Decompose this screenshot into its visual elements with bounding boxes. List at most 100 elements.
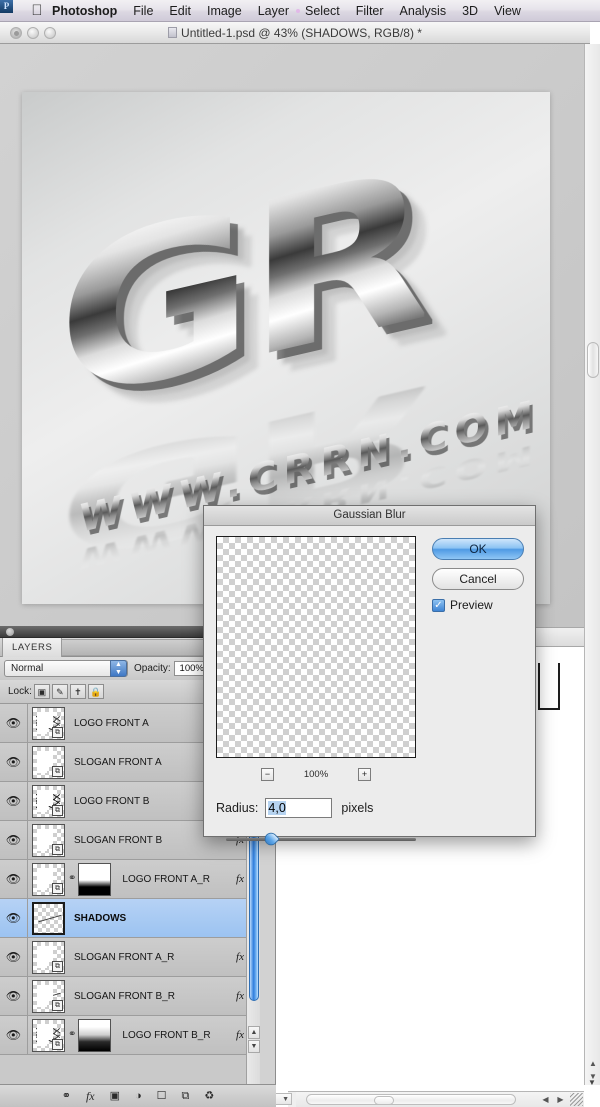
layer-visibility-toggle[interactable]: 👁	[0, 821, 28, 859]
layers-scroll-up-icon[interactable]: ▲	[248, 1026, 260, 1039]
adjustment-layer-icon[interactable]: ◑	[135, 1090, 142, 1102]
layer-visibility-toggle[interactable]: 👁	[0, 1016, 28, 1054]
layers-scroll-down-icon[interactable]: ▼	[248, 1040, 260, 1053]
blend-mode-value: Normal	[11, 663, 44, 674]
radius-slider[interactable]	[216, 830, 416, 848]
link-layers-icon[interactable]: ⚭	[62, 1090, 71, 1102]
tab-layers[interactable]: LAYERS	[2, 638, 63, 657]
mask-link-icon[interactable]: ⚭	[68, 874, 76, 884]
radius-unit-label: pixels	[341, 801, 374, 815]
blend-mode-select[interactable]: Normal ▲ ▼	[4, 660, 128, 677]
menu-item-filter[interactable]: Filter	[348, 4, 392, 18]
smart-object-badge-icon: ⧉	[52, 999, 63, 1011]
slider-thumb[interactable]	[262, 830, 280, 848]
table-row[interactable]: 👁 SHADOWS	[0, 899, 260, 938]
chevron-updown-icon[interactable]: ▲ ▼	[110, 660, 127, 677]
smart-object-badge-icon: ⧉	[52, 726, 63, 738]
fx-icon[interactable]: fx	[236, 1029, 244, 1041]
radius-value: 4,0	[268, 801, 286, 815]
canvas-overlay-shape	[538, 663, 560, 710]
table-row[interactable]: 👁⧉SLOGAN FRONT A_Rfx▼	[0, 938, 260, 977]
layer-thumbnail[interactable]: ⧉	[32, 979, 65, 1013]
slider-track[interactable]	[226, 838, 416, 841]
layer-thumbnail[interactable]: ⧉	[32, 745, 65, 779]
menu-item-edit[interactable]: Edit	[161, 4, 199, 18]
delete-layer-icon[interactable]: ♻	[204, 1090, 214, 1102]
menu-item-image[interactable]: Image	[199, 4, 250, 18]
menu-item-photoshop[interactable]: Photoshop	[46, 4, 125, 18]
lock-position-icon[interactable]: ✝	[69, 684, 86, 699]
layer-thumbnail[interactable]	[32, 901, 65, 935]
layer-mask-thumbnail[interactable]	[78, 862, 112, 896]
table-row[interactable]: 👁⧉SLOGAN FRONT B_Rfx▼	[0, 977, 260, 1016]
add-layer-mask-icon[interactable]: ▣	[110, 1090, 120, 1102]
horizontal-scroll-thumb[interactable]	[306, 1094, 516, 1105]
document-vertical-scrollbar[interactable]: ▲ ▼	[584, 44, 600, 1085]
ok-button[interactable]: OK	[432, 538, 524, 560]
fx-icon[interactable]: fx	[236, 951, 244, 963]
vertical-scroll-thumb[interactable]	[587, 342, 599, 378]
document-title-bar[interactable]: Untitled-1.psd @ 43% (SHADOWS, RGB/8) *	[0, 22, 590, 44]
layer-visibility-toggle[interactable]: 👁	[0, 743, 28, 781]
layer-thumbnail[interactable]: ⧉	[32, 706, 65, 740]
apple-menu-icon[interactable]: 	[28, 3, 46, 18]
scroll-up-arrow-icon[interactable]: ▲	[587, 1058, 599, 1071]
layer-thumbnail[interactable]: ⧉	[32, 823, 65, 857]
new-layer-icon[interactable]: ⧉	[182, 1090, 190, 1102]
layer-style-fx-icon[interactable]: fx	[86, 1090, 95, 1102]
mask-link-icon[interactable]: ⚭	[68, 1030, 76, 1040]
zoom-out-button[interactable]: −	[261, 767, 274, 781]
table-row[interactable]: 👁 ⧉ ⚭ LOGO FRONT B_R fx ▼	[0, 1016, 260, 1055]
scroll-right-arrow-icon[interactable]: ▶	[554, 1094, 567, 1106]
new-group-icon[interactable]: ☐	[157, 1090, 167, 1102]
layer-visibility-toggle[interactable]: 👁	[0, 860, 28, 898]
layer-visibility-toggle[interactable]: 👁	[0, 899, 28, 937]
preview-zoom-row: − 100% +	[216, 766, 416, 782]
panel-close-dot-icon[interactable]	[6, 628, 14, 636]
layer-visibility-toggle[interactable]: 👁	[0, 782, 28, 820]
fx-icon[interactable]: fx	[236, 873, 244, 885]
menu-item-3d[interactable]: 3D	[454, 4, 486, 18]
lock-transparent-pixels-icon[interactable]: ▣	[33, 684, 50, 699]
panel-expand-arrow-icon[interactable]: ▼	[586, 1077, 598, 1089]
filter-preview[interactable]	[216, 536, 416, 758]
layer-thumbnail[interactable]: ⧉	[32, 862, 65, 896]
layer-thumbnail[interactable]: ⧉	[32, 1018, 65, 1052]
menu-item-view[interactable]: View	[486, 4, 529, 18]
menu-item-file[interactable]: File	[125, 4, 161, 18]
minimize-button[interactable]	[27, 27, 39, 39]
layer-mask-thumbnail[interactable]	[78, 1018, 112, 1052]
menu-item-select[interactable]: Select	[297, 4, 348, 18]
horizontal-scroll-grip[interactable]	[374, 1096, 394, 1105]
layer-thumbnail[interactable]: ⧉	[32, 940, 65, 974]
lock-all-icon[interactable]: 🔒	[87, 684, 104, 699]
menu-item-layer[interactable]: Layer	[250, 4, 297, 18]
layer-visibility-toggle[interactable]: 👁	[0, 704, 28, 742]
menu-item-analysis[interactable]: Analysis	[392, 4, 455, 18]
layer-visibility-toggle[interactable]: 👁	[0, 977, 28, 1015]
table-row[interactable]: 👁⧉⚭LOGO FRONT A_Rfx▼	[0, 860, 260, 899]
layer-name: SLOGAN FRONT A_R	[74, 951, 175, 963]
fx-icon[interactable]: fx	[236, 990, 244, 1002]
thumbnail-shape	[37, 721, 47, 734]
thumbnail-shape	[37, 799, 47, 812]
thumbnail-shape	[37, 1033, 47, 1046]
cancel-button[interactable]: Cancel	[432, 568, 524, 590]
zoom-button[interactable]	[44, 27, 56, 39]
zoom-in-button[interactable]: +	[358, 767, 371, 781]
document-horizontal-scrollbar[interactable]: ◀ ▶	[296, 1091, 584, 1107]
preview-toggle-row[interactable]: ✓ Preview	[432, 598, 524, 612]
menu-bar: P  Photoshop File Edit Image Layer Sele…	[0, 0, 600, 22]
layer-visibility-toggle[interactable]: 👁	[0, 938, 28, 976]
dialog-button-column: OK Cancel ✓ Preview	[432, 538, 524, 612]
close-button[interactable]	[10, 27, 22, 39]
scroll-left-arrow-icon[interactable]: ◀	[539, 1094, 552, 1106]
eye-icon: 👁	[5, 833, 22, 847]
lock-image-pixels-icon[interactable]: ✎	[51, 684, 68, 699]
layer-thumbnail[interactable]: ⧉	[32, 784, 65, 818]
window-controls[interactable]	[10, 27, 56, 39]
preview-checkbox[interactable]: ✓	[432, 598, 445, 612]
window-resize-grip[interactable]	[570, 1093, 583, 1106]
smart-object-badge-icon: ⧉	[52, 804, 63, 816]
radius-input[interactable]: 4,0	[265, 798, 333, 818]
